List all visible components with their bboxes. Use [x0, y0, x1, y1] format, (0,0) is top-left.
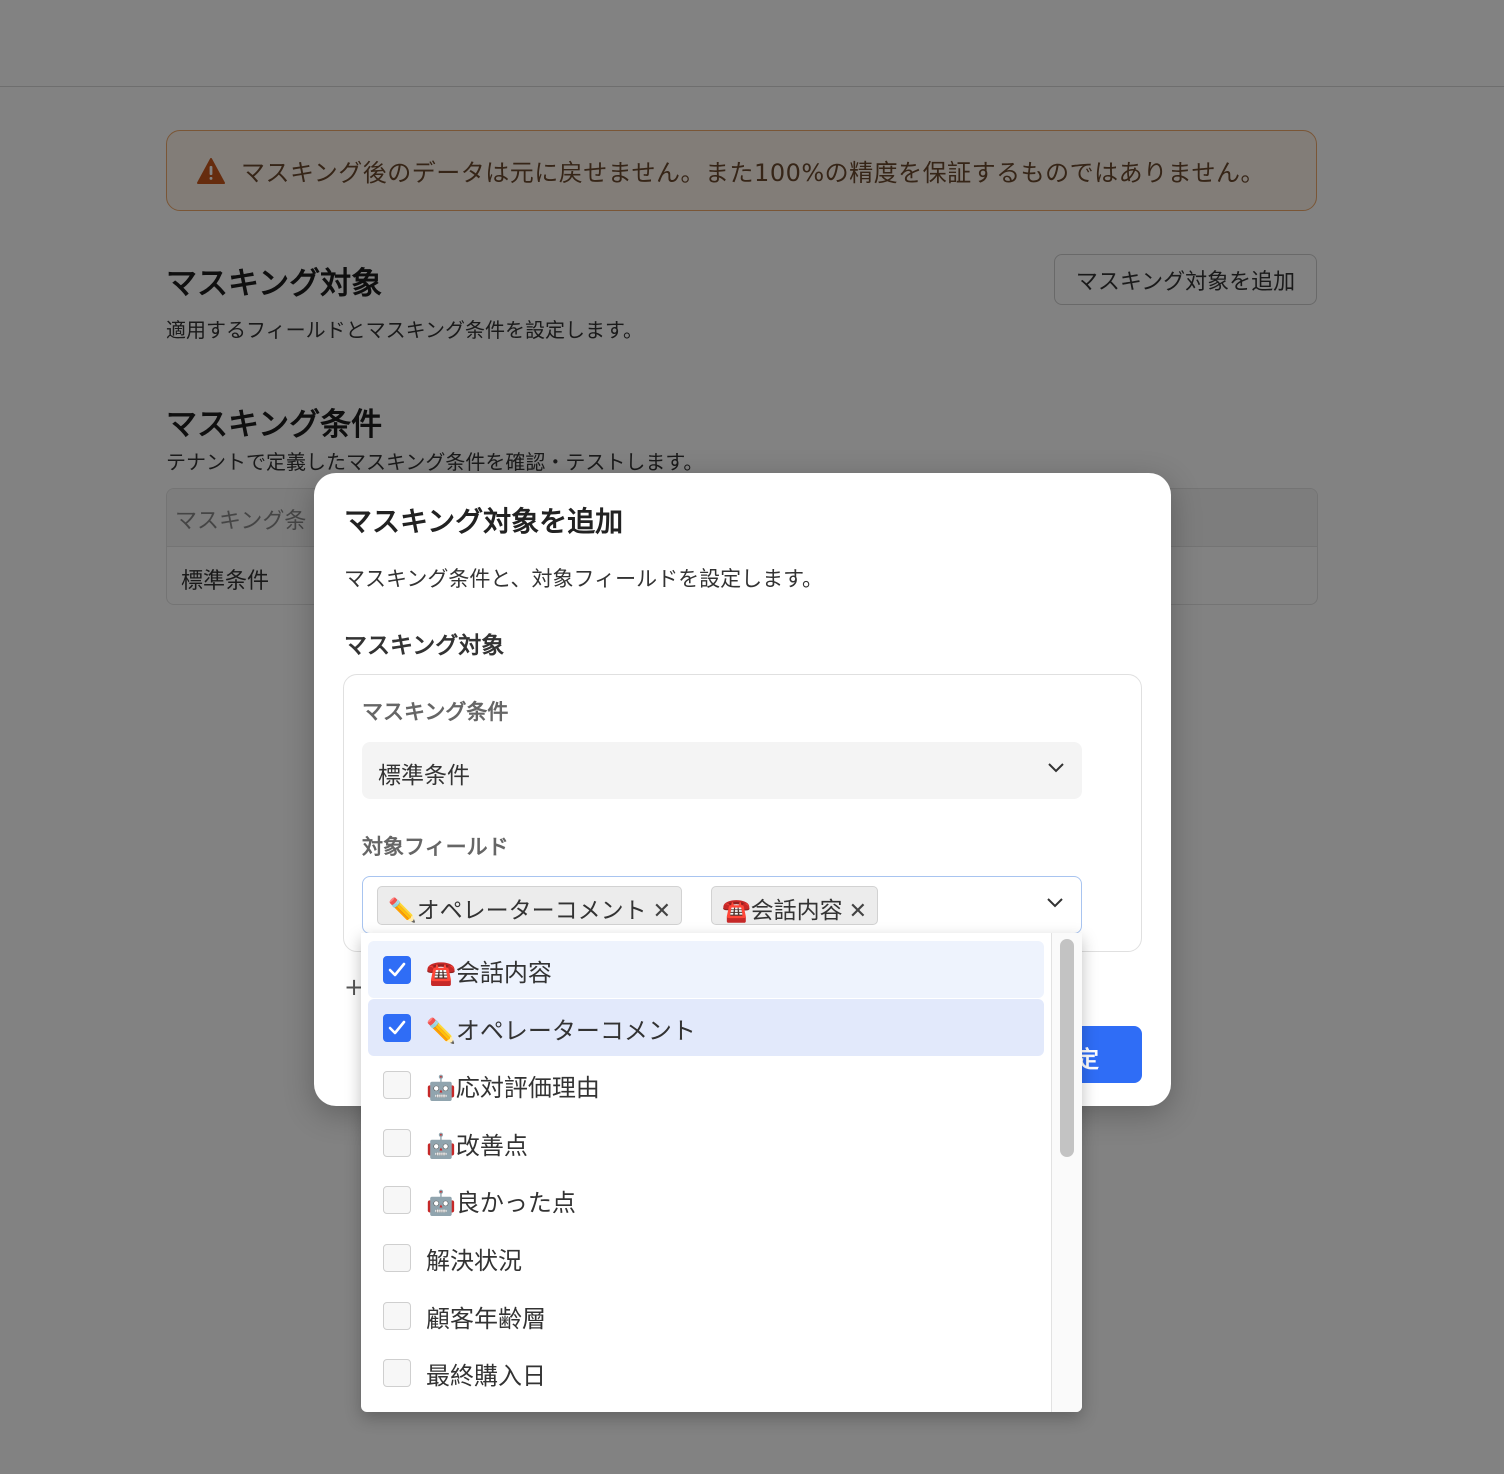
modal-description: マスキング条件と、対象フィールドを設定します。	[344, 567, 824, 591]
condition-select[interactable]: 標準条件	[362, 742, 1082, 799]
option-label: 🤖改善点	[426, 1131, 528, 1160]
tag-label: ✏️オペレーターコメント	[388, 898, 647, 924]
condition-select-value: 標準条件	[378, 763, 470, 789]
dropdown-option[interactable]: 🤖応対評価理由	[368, 1056, 1044, 1113]
option-label: 顧客年齢層	[426, 1304, 546, 1333]
dropdown-option[interactable]: 🤖改善点	[368, 1114, 1044, 1171]
option-checkbox[interactable]	[383, 956, 411, 984]
tag-label: ☎️会話内容	[722, 898, 843, 924]
selected-tag: ✏️オペレーターコメント ✕	[377, 886, 683, 925]
option-checkbox[interactable]	[383, 1186, 411, 1215]
option-label: ✏️オペレーターコメント	[426, 1016, 696, 1045]
dropdown-option[interactable]: ✏️オペレーターコメント	[368, 998, 1044, 1056]
option-checkbox[interactable]	[383, 1244, 411, 1272]
check-icon	[388, 962, 406, 977]
option-label: 最終購入日	[426, 1362, 546, 1391]
close-icon[interactable]: ✕	[849, 899, 867, 924]
dropdown-option[interactable]: 最終購入日	[368, 1344, 1044, 1401]
dropdown-option[interactable]: ☎️会話内容	[368, 941, 1044, 998]
scrollbar[interactable]	[1051, 933, 1082, 1412]
option-checkbox[interactable]	[383, 1071, 411, 1100]
target-card: マスキング条件 標準条件 対象フィールド ✏️オペレーターコメント ✕ ☎️会話内…	[343, 674, 1142, 952]
option-label: 解決状況	[426, 1247, 522, 1275]
close-icon[interactable]: ✕	[653, 899, 671, 924]
selected-tag: ☎️会話内容 ✕	[711, 886, 879, 925]
option-checkbox[interactable]	[383, 1013, 411, 1042]
condition-label: マスキング条件	[362, 700, 509, 724]
dropdown-option[interactable]: 🤖良かった点	[368, 1171, 1044, 1228]
chevron-down-icon	[1048, 763, 1064, 773]
modal-subheading: マスキング対象	[344, 633, 505, 659]
option-label: ☎️会話内容	[426, 959, 552, 987]
fields-dropdown: 最終購入日 顧客年齢層 解決状況 🤖良かった点 🤖改善点 🤖応対評価理由 ✏️オペレーターコ…	[361, 933, 1082, 1412]
dropdown-option[interactable]: 解決状況	[368, 1229, 1044, 1286]
scrollbar-thumb[interactable]	[1060, 939, 1074, 1157]
check-icon	[388, 1020, 406, 1034]
option-label: 🤖良かった点	[426, 1189, 576, 1218]
option-checkbox[interactable]	[383, 1359, 411, 1388]
fields-multiselect[interactable]: ✏️オペレーターコメント ✕ ☎️会話内容 ✕	[362, 876, 1082, 934]
chevron-down-icon	[1047, 898, 1063, 908]
option-label: 🤖応対評価理由	[426, 1074, 600, 1103]
dropdown-option[interactable]: 顧客年齢層	[368, 1287, 1044, 1344]
option-checkbox[interactable]	[383, 1128, 411, 1157]
modal-title: マスキング対象を追加	[344, 505, 624, 538]
option-checkbox[interactable]	[383, 1301, 411, 1330]
fields-label: 対象フィールド	[362, 835, 509, 859]
